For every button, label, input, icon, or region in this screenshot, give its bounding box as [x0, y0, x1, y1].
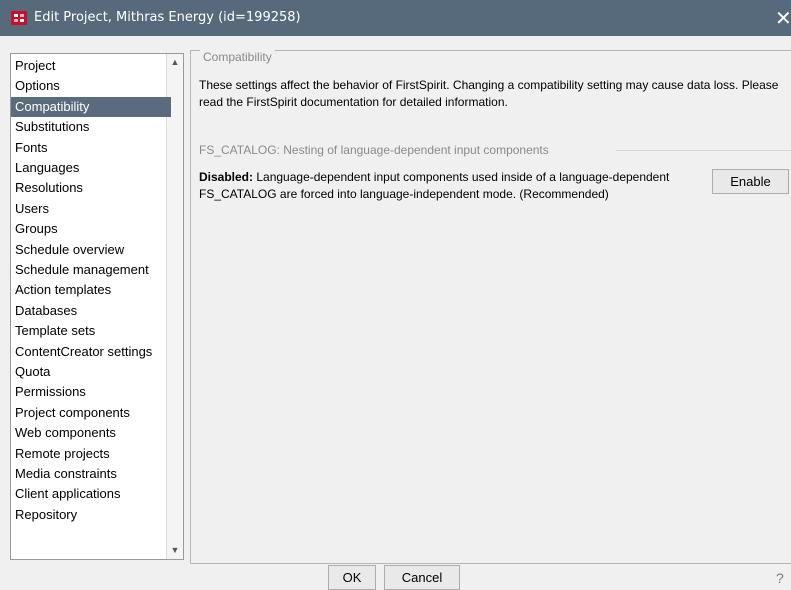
setting-text: Language-dependent input components used…	[199, 170, 670, 201]
dialog-body: ▲ ▼ Project Options Compatibility Substitut…	[0, 36, 791, 590]
sidebar-item[interactable]: Options	[11, 76, 171, 96]
setting-heading-divider	[616, 150, 791, 151]
help-icon[interactable]: ?	[776, 570, 784, 586]
compatibility-panel: Compatibility These settings affect the …	[190, 50, 791, 564]
sidebar-item[interactable]: Databases	[11, 301, 171, 321]
sidebar-item[interactable]: ContentCreator settings	[11, 342, 171, 362]
sidebar-item[interactable]: Media constraints	[11, 464, 171, 484]
scroll-down-icon[interactable]: ▼	[170, 545, 180, 555]
sidebar-item[interactable]: Resolutions	[11, 178, 171, 198]
sidebar-item[interactable]: Languages	[11, 158, 171, 178]
sidebar-item[interactable]: Action templates	[11, 280, 171, 300]
close-icon[interactable]: ✕	[775, 6, 791, 31]
sidebar-item[interactable]: Remote projects	[11, 444, 171, 464]
firstspirit-app-icon	[11, 11, 27, 25]
sidebar-item[interactable]: Fonts	[11, 138, 171, 158]
settings-category-list: ▲ ▼ Project Options Compatibility Substitut…	[10, 53, 184, 560]
setting-description: Disabled: Language-dependent input compo…	[199, 169, 679, 203]
group-title: Compatibility	[200, 50, 275, 64]
sidebar-item[interactable]: Template sets	[11, 321, 171, 341]
ok-button[interactable]: OK	[328, 565, 376, 590]
title-bar: Edit Project, Mithras Energy (id=199258)…	[0, 0, 791, 36]
enable-button[interactable]: Enable	[712, 169, 789, 194]
sidebar-item[interactable]: Client applications	[11, 484, 171, 504]
sidebar-item[interactable]: Schedule management	[11, 260, 171, 280]
cancel-button[interactable]: Cancel	[384, 565, 460, 590]
scroll-up-icon[interactable]: ▲	[170, 57, 180, 67]
setting-status: Disabled:	[199, 170, 254, 184]
setting-heading: FS_CATALOG: Nesting of language-dependen…	[199, 143, 549, 157]
sidebar-item[interactable]: Compatibility	[11, 96, 171, 117]
sidebar-item[interactable]: Repository	[11, 505, 171, 525]
sidebar-item[interactable]: Quota	[11, 362, 171, 382]
sidebar-item[interactable]: Project components	[11, 403, 171, 423]
compatibility-description: These settings affect the behavior of Fi…	[199, 78, 779, 109]
sidebar-item[interactable]: Users	[11, 199, 171, 219]
sidebar-item[interactable]: Substitutions	[11, 117, 171, 137]
sidebar-item[interactable]: Project	[11, 56, 171, 76]
sidebar-item[interactable]: Schedule overview	[11, 240, 171, 260]
sidebar-item[interactable]: Groups	[11, 219, 171, 239]
sidebar-item[interactable]: Permissions	[11, 382, 171, 402]
sidebar-item[interactable]: Web components	[11, 423, 171, 443]
window-title: Edit Project, Mithras Energy (id=199258)	[34, 10, 301, 25]
